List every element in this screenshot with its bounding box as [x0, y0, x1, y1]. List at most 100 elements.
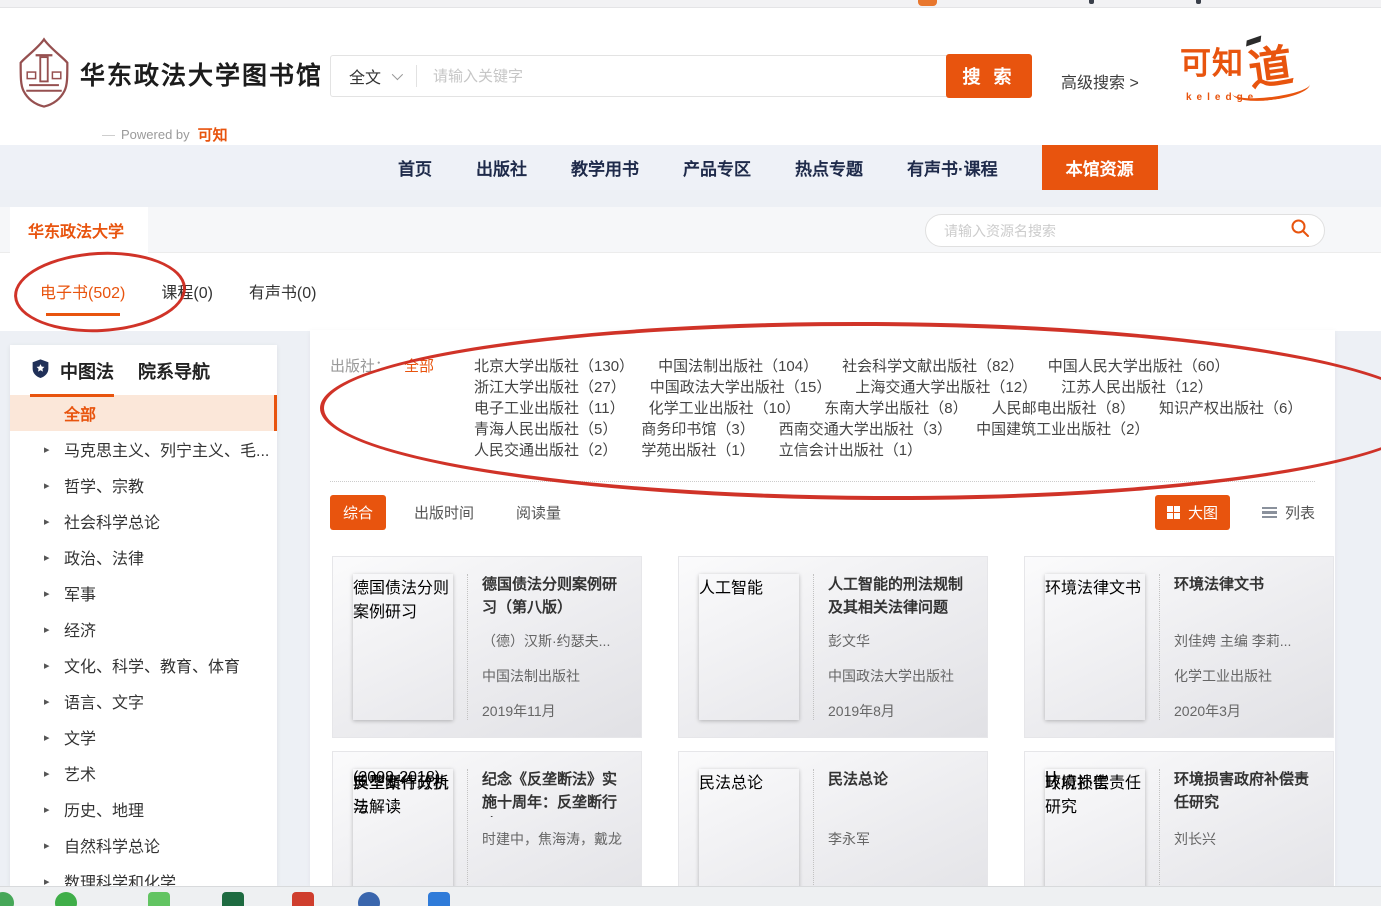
- category-item[interactable]: ▸ 政治、法律: [10, 539, 277, 575]
- publisher-filter-item[interactable]: 中国建筑工业出版社（2）: [976, 419, 1149, 440]
- view-large-button[interactable]: 大图: [1155, 495, 1230, 530]
- site-header: 华东政法大学图书馆 — Powered by 可知 全文 搜 索 高级搜索 > …: [0, 8, 1381, 145]
- sort-option[interactable]: 综合: [330, 495, 386, 530]
- category-item[interactable]: ▸ 马克思主义、列宁主义、毛...: [10, 431, 277, 467]
- book-author: 李永军: [828, 829, 975, 849]
- expand-arrow-icon: ▸: [44, 623, 64, 636]
- resource-search-bar: [925, 214, 1325, 247]
- publisher-filter-item[interactable]: 人民交通出版社（2）: [474, 440, 617, 461]
- expand-arrow-icon: ▸: [44, 731, 64, 744]
- category-item[interactable]: ▸ 社会科学总论: [10, 503, 277, 539]
- publisher-filter-item[interactable]: 电子工业出版社（11）: [474, 398, 625, 419]
- book-card[interactable]: 人工智能 人工智能的刑法规制及其相关法律问题 彭文华 中国政法大学出版社 201…: [678, 556, 988, 738]
- book-card[interactable]: H 环境损害 政府补偿责任研究 环境损害政府补偿责任研究 刘长兴: [1024, 751, 1334, 886]
- publisher-filter-item[interactable]: 上海交通大学出版社（12）: [855, 377, 1037, 398]
- category-item[interactable]: ▸ 文学: [10, 719, 277, 755]
- resource-type-tabs: 电子书(502) 课程(0) 有声书(0): [0, 253, 1381, 303]
- view-list-label: 列表: [1285, 502, 1315, 523]
- sort-option[interactable]: 出版时间: [414, 502, 474, 523]
- book-card[interactable]: 民法总论 民法总论 李永军: [678, 751, 988, 886]
- nav-item[interactable]: 热点专题: [795, 145, 863, 190]
- book-title[interactable]: 纪念《反垄断法》实施十周年：反垄断行政...: [482, 769, 629, 817]
- app-icon[interactable]: [0, 892, 14, 906]
- category-item[interactable]: ▸ 语言、文字: [10, 683, 277, 719]
- nav-item[interactable]: 有声书·课程: [907, 145, 998, 190]
- category-item[interactable]: ▸ 军事: [10, 575, 277, 611]
- app-icon[interactable]: [292, 892, 314, 906]
- book-title[interactable]: 人工智能的刑法规制及其相关法律问题: [828, 574, 975, 619]
- book-author: 刘长兴: [1174, 829, 1321, 849]
- publisher-filter-item[interactable]: 化学工业出版社（10）: [649, 398, 801, 419]
- book-card[interactable]: 环境法律文书 环境法律文书 刘佳娉 主编 李莉... 化学工业出版社 2020年…: [1024, 556, 1334, 738]
- book-title[interactable]: 民法总论: [828, 769, 975, 817]
- nav-item-label: 产品专区: [683, 155, 751, 180]
- keyword-search-input[interactable]: [417, 68, 947, 85]
- nav-item[interactable]: 本馆资源: [1042, 145, 1158, 190]
- publisher-filter-item[interactable]: 立信会计出版社（1）: [779, 440, 922, 461]
- book-card[interactable]: 德国债法分则案例研习 德国债法分则案例研习（第八版） （德）汉斯·约瑟夫... …: [332, 556, 642, 738]
- category-item[interactable]: ▸ 自然科学总论: [10, 827, 277, 863]
- book-info: 民法总论 李永军: [813, 769, 975, 886]
- publisher-filter-item[interactable]: 浙江大学出版社（27）: [474, 377, 626, 398]
- app-icon[interactable]: [222, 892, 244, 906]
- publisher-filter-item[interactable]: 知识产权出版社（6）: [1159, 398, 1302, 419]
- publisher-filter-item[interactable]: 社会科学文献出版社（82）: [842, 356, 1024, 377]
- app-icon[interactable]: [148, 892, 170, 906]
- category-label: 文化、科学、教育、体育: [64, 653, 240, 677]
- publisher-filter-item[interactable]: 人民邮电出版社（8）: [992, 398, 1135, 419]
- chevron-down-icon: [392, 69, 403, 80]
- search-scope-select[interactable]: 全文: [331, 56, 416, 96]
- nav-item[interactable]: 首页: [398, 145, 432, 190]
- advanced-search-link[interactable]: 高级搜索 >: [1061, 69, 1139, 93]
- publisher-filter-all[interactable]: 全部: [404, 356, 434, 461]
- resource-search-input[interactable]: [944, 223, 1290, 239]
- app-icon[interactable]: [428, 892, 450, 906]
- resource-tab[interactable]: 课程(0): [161, 279, 213, 303]
- cover-title: 德国债法分则案例研习: [353, 574, 453, 622]
- resource-tab[interactable]: 有声书(0): [249, 279, 317, 303]
- category-item[interactable]: ▸ 哲学、宗教: [10, 467, 277, 503]
- publisher-filter-item[interactable]: 江苏人民出版社（12）: [1061, 377, 1213, 398]
- sidebar-tab-departments[interactable]: 院系导航: [138, 358, 210, 397]
- app-icon[interactable]: [358, 892, 380, 906]
- nav-item[interactable]: 产品专区: [683, 145, 751, 190]
- category-label: 马克思主义、列宁主义、毛...: [64, 437, 269, 461]
- expand-arrow-icon: ▸: [44, 767, 64, 780]
- category-item[interactable]: ▸ 艺术: [10, 755, 277, 791]
- publisher-filter-item[interactable]: 青海人民出版社（5）: [474, 419, 617, 440]
- book-title[interactable]: 德国债法分则案例研习（第八版）: [482, 574, 629, 619]
- category-item[interactable]: ▸ 文化、科学、教育、体育: [10, 647, 277, 683]
- publisher-filter-item[interactable]: 北京大学出版社（130）: [474, 356, 634, 377]
- search-button[interactable]: 搜 索: [946, 54, 1032, 98]
- resource-tab-label: 课程(0): [161, 285, 213, 302]
- sort-bar: 综合 出版时间 阅读量 大图 列表: [310, 482, 1335, 543]
- category-item[interactable]: ▸ 经济: [10, 611, 277, 647]
- sidebar-tab-clc[interactable]: 中图法: [30, 358, 114, 397]
- sidebar-tab-label: 院系导航: [138, 358, 210, 384]
- book-card[interactable]: 反垄断行政执法 典型案件分析与解读 (2008-2018) 纪念《反垄断法》实施…: [332, 751, 642, 886]
- nav-item[interactable]: 出版社: [476, 145, 527, 190]
- category-item[interactable]: ▸ 历史、地理: [10, 791, 277, 827]
- publisher-filter-item[interactable]: 商务印书馆（3）: [641, 419, 754, 440]
- publisher-filter-item[interactable]: 中国法制出版社（104）: [658, 356, 818, 377]
- category-item[interactable]: ▸ 全部: [10, 395, 277, 431]
- institution-tab[interactable]: 华东政法大学: [10, 207, 148, 253]
- category-item[interactable]: ▸ 数理科学和化学: [10, 863, 277, 886]
- publisher-filter-item[interactable]: 学苑出版社（1）: [641, 440, 754, 461]
- view-list-button[interactable]: 列表: [1262, 502, 1315, 523]
- search-icon[interactable]: [1290, 218, 1310, 243]
- category-label: 经济: [64, 617, 96, 641]
- nav-item[interactable]: 教学用书: [571, 145, 639, 190]
- publisher-filter-item[interactable]: 西南交通大学出版社（3）: [779, 419, 952, 440]
- category-label: 语言、文字: [64, 689, 144, 713]
- book-title[interactable]: 环境损害政府补偿责任研究: [1174, 769, 1321, 817]
- resource-tab[interactable]: 电子书(502): [40, 279, 125, 303]
- sort-options: 综合 出版时间 阅读量: [330, 495, 603, 530]
- publisher-filter-item[interactable]: 东南大学出版社（8）: [824, 398, 967, 419]
- book-title[interactable]: 环境法律文书: [1174, 574, 1321, 619]
- publisher-filter-item[interactable]: 中国人民大学出版社（60）: [1048, 356, 1230, 377]
- publisher-filter-item[interactable]: 中国政法大学出版社（15）: [650, 377, 832, 398]
- app-icon[interactable]: [55, 892, 77, 906]
- content-panel: 出版社： 全部 北京大学出版社（130） 中国法制出版社（104） 社会科学文献…: [310, 330, 1335, 886]
- sort-option[interactable]: 阅读量: [516, 502, 561, 523]
